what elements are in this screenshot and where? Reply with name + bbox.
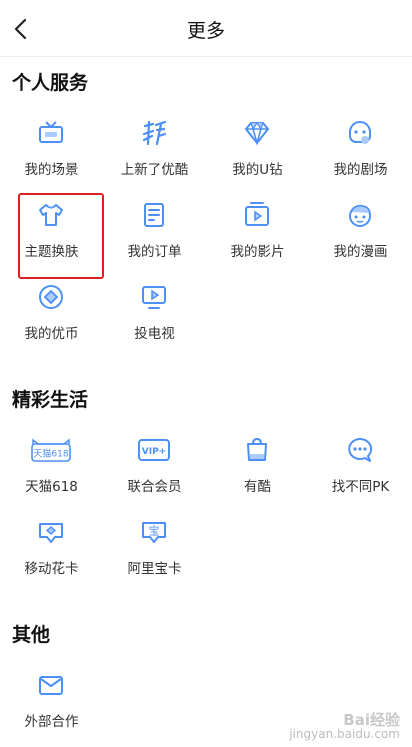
watermark-main: Bai经验 bbox=[343, 711, 400, 729]
lifestyle-grid: 天猫618 天猫618 VIP+ 联合会员 有酷 找不同PK 移动花卡 宝 阿里… bbox=[0, 429, 412, 593]
grid-item-label: 找不同PK bbox=[331, 479, 390, 495]
tmall-618-icon: 天猫618 bbox=[30, 435, 72, 465]
grid-item-my-films[interactable]: 我的影片 bbox=[206, 194, 309, 276]
card-icon bbox=[36, 517, 66, 547]
grid-item-mobile-flower-card[interactable]: 移动花卡 bbox=[0, 511, 103, 593]
grid-item-youku-new[interactable]: 上新了优酷 bbox=[103, 112, 206, 194]
tv-icon bbox=[36, 118, 66, 148]
grid-item-label: 我的订单 bbox=[127, 244, 182, 260]
grid-item-my-theater[interactable]: 我的剧场 bbox=[309, 112, 412, 194]
mail-icon bbox=[36, 670, 66, 700]
new-brush-icon bbox=[139, 118, 169, 148]
grid-item-label: 我的U钻 bbox=[232, 162, 283, 178]
grid-item-label: 阿里宝卡 bbox=[127, 561, 182, 577]
grid-item-ali-bao-card[interactable]: 宝 阿里宝卡 bbox=[103, 511, 206, 593]
grid-item-joint-vip[interactable]: VIP+ 联合会员 bbox=[103, 429, 206, 511]
grid-item-cast-tv[interactable]: 投电视 bbox=[103, 276, 206, 358]
grid-item-label: 有酷 bbox=[244, 479, 271, 495]
grid-item-find-diff-pk[interactable]: 找不同PK bbox=[309, 429, 412, 511]
order-icon bbox=[139, 200, 169, 230]
film-icon bbox=[242, 200, 272, 230]
grid-item-tmall-618[interactable]: 天猫618 天猫618 bbox=[0, 429, 103, 511]
grid-item-my-orders[interactable]: 我的订单 bbox=[103, 194, 206, 276]
coin-icon bbox=[36, 282, 66, 312]
grid-item-label: 外部合作 bbox=[24, 714, 79, 730]
vip-plus-icon: VIP+ bbox=[137, 435, 171, 465]
grid-item-label: 上新了优酷 bbox=[120, 162, 189, 178]
diamond-icon bbox=[242, 118, 272, 148]
grid-item-label: 我的场景 bbox=[24, 162, 79, 178]
highlight-frame bbox=[18, 193, 104, 279]
header-divider bbox=[0, 56, 412, 57]
grid-item-label: 投电视 bbox=[134, 326, 175, 342]
grid-item-my-udiamond[interactable]: 我的U钻 bbox=[206, 112, 309, 194]
grid-item-label: 我的优币 bbox=[24, 326, 79, 342]
section-title-other: 其他 bbox=[12, 624, 51, 646]
grid-item-my-coins[interactable]: 我的优币 bbox=[0, 276, 103, 358]
grid-item-label: 我的剧场 bbox=[333, 162, 388, 178]
watermark-sub: jingyan.baidu.com bbox=[289, 727, 400, 741]
bao-card-icon-text: 宝 bbox=[149, 524, 160, 538]
top-bar: 更多 bbox=[0, 0, 412, 58]
grid-item-label: 我的影片 bbox=[230, 244, 285, 260]
cast-tv-icon bbox=[139, 282, 169, 312]
grid-item-youku-cool[interactable]: 有酷 bbox=[206, 429, 309, 511]
section-title-personal: 个人服务 bbox=[12, 72, 89, 94]
baidu-jingyan-watermark: Bai经验 jingyan.baidu.com bbox=[289, 711, 400, 742]
grid-item-external-cooperation[interactable]: 外部合作 bbox=[0, 664, 103, 746]
grid-item-label: 移动花卡 bbox=[24, 561, 79, 577]
vip-plus-icon-text: VIP+ bbox=[142, 447, 166, 457]
grid-item-my-comics[interactable]: 我的漫画 bbox=[309, 194, 412, 276]
chat-bubble-icon bbox=[345, 435, 375, 465]
page-title: 更多 bbox=[186, 20, 225, 42]
theater-icon bbox=[345, 118, 375, 148]
grid-item-my-scene[interactable]: 我的场景 bbox=[0, 112, 103, 194]
tmall-618-icon-text: 天猫618 bbox=[33, 448, 68, 460]
grid-item-label: 我的漫画 bbox=[333, 244, 388, 260]
bao-card-icon: 宝 bbox=[139, 517, 169, 547]
grid-item-label: 联合会员 bbox=[127, 479, 182, 495]
comic-face-icon bbox=[345, 200, 375, 230]
section-title-lifestyle: 精彩生活 bbox=[12, 389, 89, 411]
bag-icon bbox=[242, 435, 272, 465]
grid-item-label: 天猫618 bbox=[25, 479, 78, 495]
